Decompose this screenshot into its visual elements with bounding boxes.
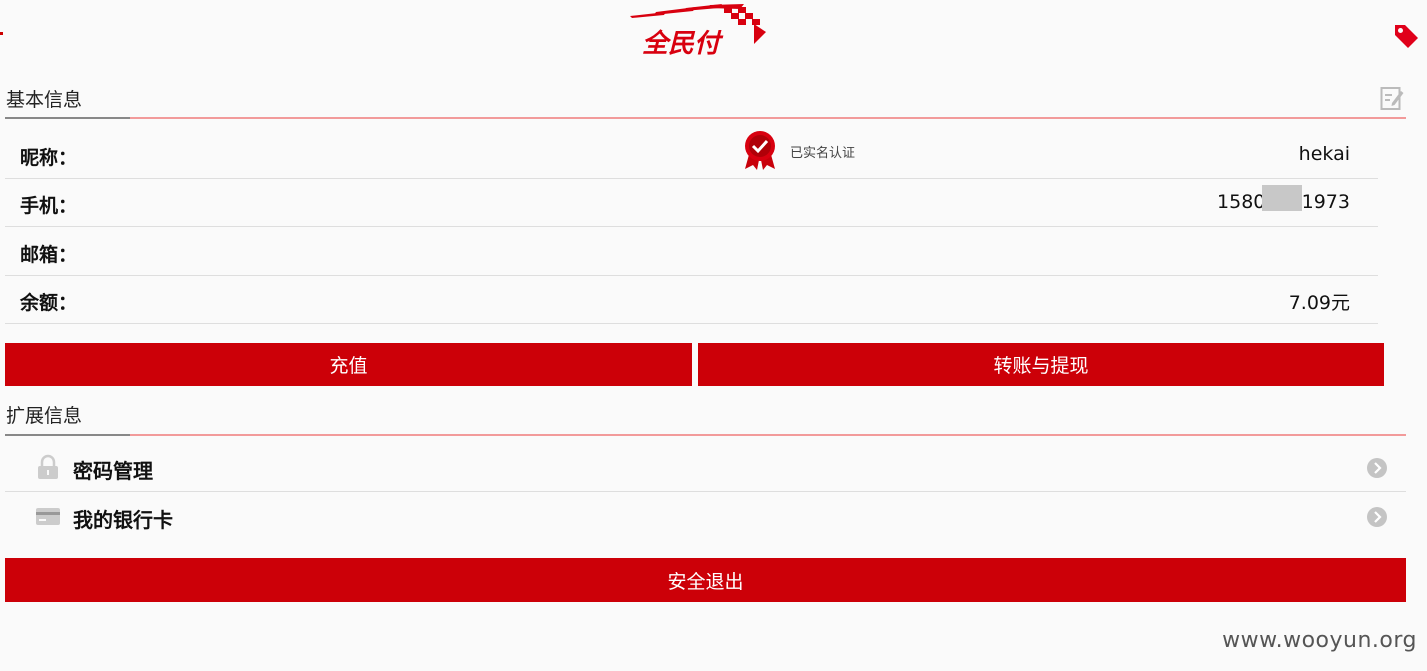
nickname-value: hekai [1298,143,1350,165]
edge-mark [0,32,3,35]
edit-icon[interactable] [1380,85,1404,111]
email-label: 邮箱： [20,244,78,266]
logout-button[interactable]: 安全退出 [5,558,1406,602]
watermark: www.wooyun.org [1222,628,1417,653]
tag-icon[interactable] [1392,22,1420,50]
phone-mask [1262,185,1302,211]
card-icon [36,508,60,525]
lock-icon [38,454,58,479]
balance-row: 余额： 7.09元 [5,275,1378,324]
bank-card-item[interactable]: 我的银行卡 [5,492,1406,540]
recharge-button[interactable]: 充值 [5,343,692,386]
verified-text: 已实名认证 [790,146,856,161]
password-management-label: 密码管理 [73,459,153,483]
phone-label: 手机： [20,195,78,217]
logo-text: 全民付 [642,29,724,59]
ribbon-check-icon [745,131,775,170]
basic-info-title: 基本信息 [6,89,83,111]
transfer-withdraw-button[interactable]: 转账与提现 [698,343,1384,386]
brand-logo: 全民付 [626,2,771,60]
balance-label: 余额： [20,292,78,314]
password-management-item[interactable]: 密码管理 [5,443,1406,492]
balance-value: 7.09元 [1288,292,1350,314]
chevron-right-icon[interactable] [1366,506,1388,528]
ext-info-title: 扩展信息 [6,405,83,427]
ext-info-divider [5,434,1406,436]
bank-card-label: 我的银行卡 [73,508,173,532]
phone-row: 手机： 15800 1973 [5,178,1378,227]
chevron-right-icon[interactable] [1366,457,1388,479]
email-row: 邮箱： [5,227,1378,276]
basic-info-divider [5,117,1406,119]
nickname-row: 昵称： hekai [5,130,1378,179]
nickname-label: 昵称： [20,147,78,169]
